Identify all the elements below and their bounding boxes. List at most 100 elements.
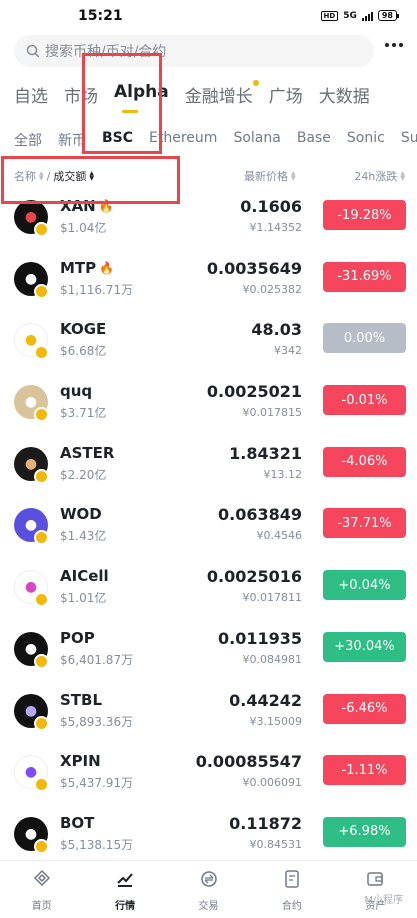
token-price: 0.00085547 (195, 752, 302, 772)
symbol-text: ASTER (60, 443, 115, 462)
logo-glyph: ● (24, 702, 38, 719)
nav-label: 交易 (198, 901, 219, 912)
logo-glyph: ● (24, 825, 38, 842)
symbol-text: WOD (60, 505, 102, 524)
new-dot-icon (252, 80, 259, 86)
bsc-chain-icon (34, 653, 49, 669)
token-symbol: WOD (60, 505, 102, 523)
network-label: 5G (343, 10, 357, 21)
token-symbol: POP (60, 629, 95, 647)
token-row[interactable]: ● MTP 🔥 $1,116.71万 0.0035649 ¥0.025382 -31.69% (0, 247, 417, 309)
token-row[interactable]: ● XPIN $5,437.91万 0.00085547 ¥0.006091 -1.11% (0, 740, 417, 802)
sort-icon: ▲ ▼ (400, 170, 405, 182)
search-icon (26, 44, 40, 58)
token-row[interactable]: ● XAN 🔥 $1.04亿 0.1606 ¥1.14352 -19.28% (0, 185, 417, 247)
bottom-nav: 首页 行情 交易 合约 资产 (0, 860, 417, 918)
token-price: 0.11872 (229, 813, 302, 833)
tab-4[interactable]: 广场 (269, 82, 303, 107)
token-volume: $3.71亿 (60, 406, 107, 421)
wallet-icon (365, 869, 385, 893)
symbol-text: AICell (60, 567, 109, 586)
chain-tab-7[interactable]: Sui (401, 130, 417, 150)
chain-tab-1[interactable]: 新币 (58, 130, 86, 150)
token-row[interactable]: ● POP $6,401.87万 0.011935 ¥0.084981 +30.04% (0, 617, 417, 679)
change-badge: -4.06% (323, 446, 406, 477)
more-options-icon[interactable] (385, 43, 403, 47)
change-badge: -19.28% (323, 200, 406, 230)
chain-tab-0[interactable]: 全部 (14, 130, 42, 150)
token-row[interactable]: ● ASTER $2.20亿 1.84321 ¥13.12 -4.06% (0, 432, 417, 494)
tab-5[interactable]: 大数据 (319, 82, 370, 107)
tab-1[interactable]: 市场 (64, 82, 98, 107)
logo-glyph: ● (24, 455, 38, 472)
change-badge: -0.01% (323, 385, 406, 416)
token-symbol: quq (60, 382, 92, 400)
tab-2[interactable]: Alpha (114, 82, 169, 107)
change-badge: -1.11% (323, 755, 406, 786)
nav-wallet[interactable]: 资产 (334, 861, 417, 918)
tab-0[interactable]: 自选 (14, 82, 48, 107)
bsc-chain-icon (34, 715, 49, 731)
nav-futures[interactable]: 合约 (250, 861, 333, 918)
bsc-chain-icon (34, 222, 49, 237)
nav-trade[interactable]: 交易 (167, 861, 250, 918)
change-badge: -6.46% (323, 693, 406, 724)
signal-icon (361, 11, 373, 21)
change-badge: +6.98% (323, 816, 406, 847)
symbol-text: quq (60, 382, 93, 401)
chain-tab-4[interactable]: Solana (233, 130, 280, 150)
token-list: ● XAN 🔥 $1.04亿 0.1606 ¥1.14352 -19.28% ● MTP 🔥 $1,… (0, 185, 417, 864)
hd-badge: HD (320, 10, 339, 21)
sort-by-change[interactable]: 24h涨跌 ▲ ▼ (354, 168, 405, 184)
sort-by-price[interactable]: 最新价格 ▲ ▼ (244, 168, 296, 184)
token-symbol: STBL (60, 691, 102, 709)
token-row[interactable]: ● AICell $1.01亿 0.0025016 ¥0.017811 +0.04% (0, 555, 417, 617)
token-price: 48.03 (251, 320, 302, 340)
bsc-chain-icon (34, 777, 49, 793)
token-row[interactable]: ● STBL $5,893.36万 0.44242 ¥3.15009 -6.46% (0, 679, 417, 741)
chain-tab-5[interactable]: Base (297, 130, 331, 150)
nav-label: 首页 (31, 901, 52, 912)
token-price: 0.0025016 (206, 567, 302, 587)
tab-label: 金融增长 (184, 87, 253, 107)
token-row[interactable]: ● quq $3.71亿 0.0025021 ¥0.017815 -0.01% (0, 370, 417, 432)
token-fiat-price: ¥0.006091 (242, 776, 303, 790)
token-fiat-price: ¥0.025382 (242, 282, 303, 296)
token-volume: $5,893.36万 (60, 714, 134, 729)
token-volume: $1.43亿 (60, 529, 107, 544)
hot-fire-icon: 🔥 (98, 199, 114, 213)
active-tab-indicator (122, 110, 138, 113)
column-separator: / (46, 169, 51, 183)
token-fiat-price: ¥3.15009 (249, 714, 303, 728)
column-name-label: 名称 (14, 170, 36, 183)
token-symbol: AICell (60, 567, 109, 585)
symbol-text: BOT (60, 813, 95, 832)
token-volume: $1,116.71万 (60, 282, 134, 297)
token-fiat-price: ¥342 (274, 344, 302, 358)
tab-3[interactable]: 金融增长 (184, 80, 259, 107)
sort-by-name[interactable]: 名称 ▲ ▼ / 成交额 ▲ ▼ (14, 168, 94, 184)
bsc-chain-icon (34, 345, 49, 361)
nav-home[interactable]: 首页 (0, 861, 83, 918)
token-volume: $5,138.15万 (60, 837, 134, 852)
bsc-chain-icon (34, 838, 49, 854)
chain-tab-6[interactable]: Sonic (347, 130, 385, 150)
tab-label: Alpha (114, 82, 169, 102)
token-row[interactable]: ● BOT $5,138.15万 0.11872 ¥0.84531 +6.98% (0, 802, 417, 864)
search-input[interactable]: 搜索币种/币对/合约 (14, 35, 374, 67)
token-fiat-price: ¥0.017811 (242, 591, 303, 605)
bsc-chain-icon (34, 592, 49, 608)
chain-tab-3[interactable]: Ethereum (149, 130, 217, 150)
token-row[interactable]: ● WOD $1.43亿 0.063849 ¥0.4546 -37.71% (0, 493, 417, 555)
token-row[interactable]: ● KOGE $6.68亿 48.03 ¥342 0.00% (0, 308, 417, 370)
token-symbol: KOGE (60, 320, 106, 338)
logo-glyph: ● (24, 579, 38, 596)
nav-market[interactable]: 行情 (83, 861, 166, 918)
market-icon (115, 869, 135, 893)
token-price: 1.84321 (229, 443, 302, 463)
logo-glyph: ● (24, 394, 38, 411)
bsc-chain-icon (34, 530, 49, 546)
logo-glyph: ● (24, 764, 38, 781)
token-symbol: ASTER (60, 444, 114, 462)
chain-tab-2[interactable]: BSC (102, 130, 133, 150)
